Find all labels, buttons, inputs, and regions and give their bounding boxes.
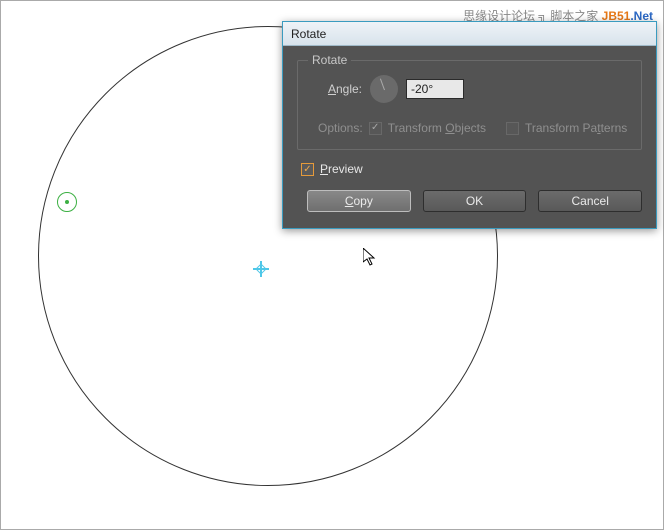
- transform-patterns-label: Transform Patterns: [525, 121, 627, 135]
- ok-button[interactable]: OK: [423, 190, 527, 212]
- rotate-group: Rotate Angle: Options: Transform Objects…: [297, 60, 642, 150]
- angle-dial[interactable]: [370, 75, 398, 103]
- transform-objects-label: Transform Objects: [388, 121, 486, 135]
- preview-label[interactable]: Preview: [320, 162, 363, 176]
- options-label: Options:: [318, 121, 363, 135]
- cancel-button[interactable]: Cancel: [538, 190, 642, 212]
- options-row: Options: Transform Objects Transform Pat…: [318, 121, 629, 135]
- transform-patterns-checkbox: [506, 122, 519, 135]
- transform-objects-checkbox: [369, 122, 382, 135]
- group-legend: Rotate: [308, 53, 351, 67]
- artwork-small-green-circle: [57, 192, 77, 212]
- preview-checkbox[interactable]: [301, 163, 314, 176]
- rotate-dialog: Rotate Rotate Angle: Options: Transform …: [282, 21, 657, 229]
- copy-button[interactable]: Copy: [307, 190, 411, 212]
- dialog-title: Rotate: [291, 27, 326, 41]
- angle-input[interactable]: [406, 79, 464, 99]
- angle-label: Angle:: [318, 82, 362, 96]
- dialog-titlebar[interactable]: Rotate: [283, 22, 656, 46]
- rotation-center-icon: [253, 261, 269, 277]
- preview-row: Preview: [301, 162, 642, 176]
